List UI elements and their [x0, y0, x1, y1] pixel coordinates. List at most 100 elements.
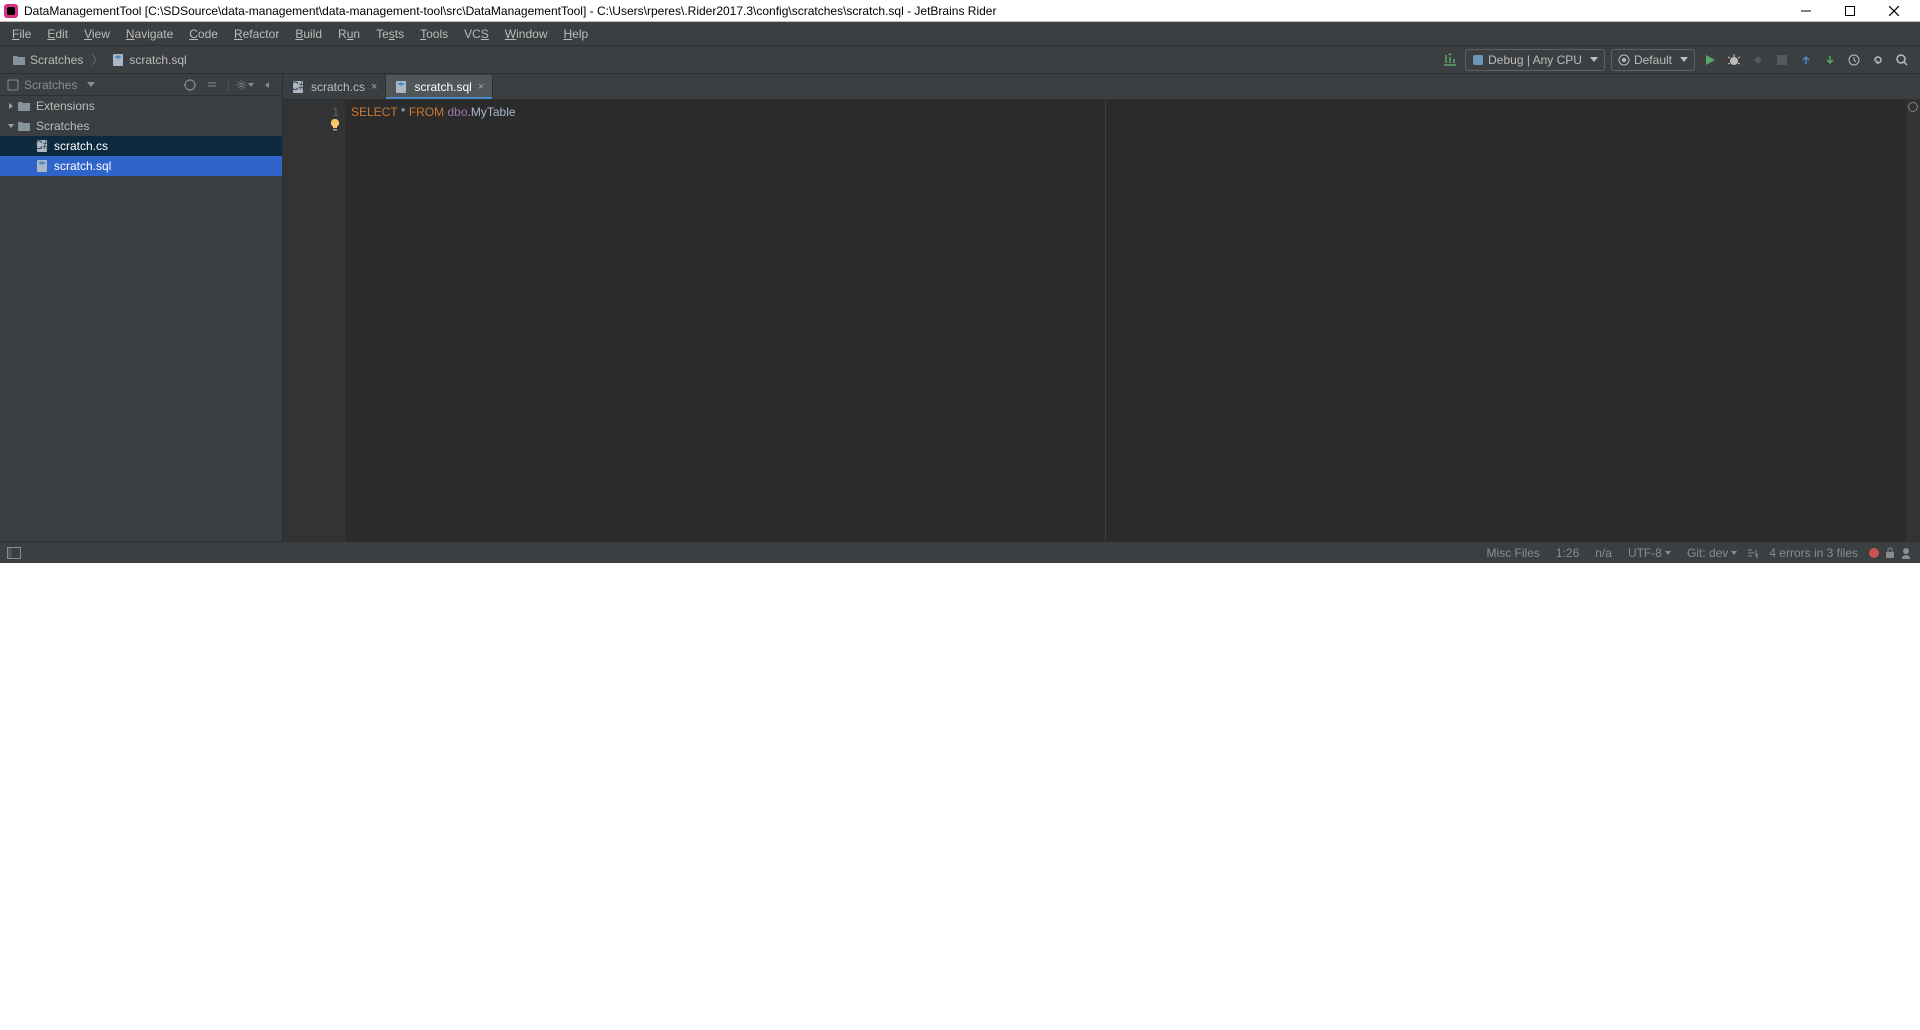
folder-icon [16, 100, 32, 112]
app-icon [4, 4, 18, 18]
configuration-selector[interactable]: Debug | Any CPU [1465, 49, 1605, 71]
sql-file-icon [111, 53, 125, 67]
statusbar: Misc Files 1:26 n/a UTF-8 Git: dev 4 err… [0, 541, 1920, 563]
menu-run[interactable]: Run [330, 24, 368, 44]
vcs-update-button[interactable] [1794, 48, 1818, 72]
build-button[interactable] [1438, 48, 1462, 72]
status-indent-icon[interactable] [1745, 545, 1761, 561]
error-stripe[interactable] [1906, 100, 1920, 541]
collapse-all-icon[interactable] [203, 76, 221, 94]
config-icon [1472, 54, 1484, 66]
menu-help[interactable]: Help [555, 24, 596, 44]
analysis-status-icon[interactable] [1908, 102, 1918, 112]
maximize-button[interactable] [1828, 1, 1872, 21]
csharp-file-icon: C# [34, 139, 50, 153]
sql-file-icon [394, 80, 408, 94]
tree-label: Extensions [36, 99, 95, 113]
breadcrumb-file[interactable]: scratch.sql [105, 51, 192, 69]
hide-panel-icon[interactable] [258, 76, 276, 94]
close-tab-icon[interactable]: × [478, 81, 484, 93]
chevron-right-icon: 〉 [89, 51, 105, 68]
right-margin-guide [1105, 100, 1106, 541]
menu-window[interactable]: Window [497, 24, 556, 44]
run-button[interactable] [1698, 48, 1722, 72]
menu-code[interactable]: Code [181, 24, 226, 44]
tab-label: scratch.sql [414, 80, 471, 94]
breadcrumb-scratches[interactable]: Scratches [6, 51, 89, 69]
menu-vcs[interactable]: VCS [456, 24, 497, 44]
minimize-button[interactable] [1784, 1, 1828, 21]
editor-body[interactable]: 1 SELECT * FROM dbo.MyTable [283, 100, 1920, 541]
target-icon [1618, 54, 1630, 66]
tree-file[interactable]: scratch.sql [0, 156, 282, 176]
chevron-down-icon [1590, 57, 1598, 62]
close-button[interactable] [1872, 1, 1916, 21]
project-panel: Scratches | Extensions Scratches C# scratch… [0, 74, 283, 541]
status-caret-position[interactable]: 1:26 [1548, 546, 1587, 560]
breadcrumb-label: Scratches [30, 53, 83, 67]
breadcrumb-label: scratch.sql [129, 53, 186, 67]
sql-file-icon [34, 159, 50, 173]
tree-label: scratch.cs [54, 139, 108, 153]
svg-text:C#: C# [35, 139, 49, 152]
tree-file[interactable]: C# scratch.cs [0, 136, 282, 156]
chevron-down-icon [1680, 57, 1688, 62]
project-panel-header[interactable]: Scratches | [0, 74, 282, 96]
vcs-commit-button[interactable] [1818, 48, 1842, 72]
code-editor[interactable]: SELECT * FROM dbo.MyTable [345, 100, 1906, 541]
tree-label: Scratches [36, 119, 89, 133]
menu-navigate[interactable]: Navigate [118, 24, 181, 44]
editor-tabs: C# scratch.cs × scratch.sql × [283, 74, 1920, 100]
project-tree[interactable]: Extensions Scratches C# scratch.cs scratch.s… [0, 96, 282, 541]
blank-area [0, 563, 1920, 1030]
menu-build[interactable]: Build [287, 24, 330, 44]
scratches-panel-icon [6, 78, 20, 92]
editor-tab[interactable]: scratch.sql × [386, 75, 493, 99]
debug-button[interactable] [1722, 48, 1746, 72]
status-error-icon[interactable] [1866, 545, 1882, 561]
code-line: SELECT * FROM dbo.MyTable [351, 104, 1906, 120]
menu-view[interactable]: View [76, 24, 118, 44]
menubar: File Edit View Navigate Code Refactor Bu… [0, 22, 1920, 46]
editor-gutter[interactable]: 1 [283, 100, 345, 541]
folder-icon [12, 54, 26, 66]
expand-arrow-down-icon[interactable] [6, 122, 16, 130]
menu-tools[interactable]: Tools [412, 24, 456, 44]
main-area: Scratches | Extensions Scratches C# scratch… [0, 74, 1920, 541]
folder-icon [16, 120, 32, 132]
attach-button[interactable] [1746, 48, 1770, 72]
intention-bulb-icon[interactable] [329, 118, 341, 132]
window-titlebar: DataManagementTool [C:\SDSource\data-man… [0, 0, 1920, 22]
vcs-history-button[interactable] [1842, 48, 1866, 72]
status-line-separator[interactable]: n/a [1587, 546, 1620, 560]
toolwindow-toggle-icon[interactable] [6, 545, 22, 561]
status-misc-files[interactable]: Misc Files [1479, 546, 1548, 560]
expand-arrow-right-icon[interactable] [6, 102, 16, 110]
settings-icon[interactable] [236, 76, 254, 94]
status-git-branch[interactable]: Git: dev [1679, 546, 1745, 560]
menu-tests[interactable]: Tests [368, 24, 412, 44]
close-tab-icon[interactable]: × [371, 81, 377, 93]
menu-refactor[interactable]: Refactor [226, 24, 287, 44]
locate-icon[interactable] [181, 76, 199, 94]
tree-folder[interactable]: Scratches [0, 116, 282, 136]
tree-folder[interactable]: Extensions [0, 96, 282, 116]
project-panel-title: Scratches [24, 78, 77, 92]
menu-file[interactable]: File [4, 24, 39, 44]
search-everywhere-button[interactable] [1890, 48, 1914, 72]
status-errors[interactable]: 4 errors in 3 files [1761, 546, 1866, 560]
stop-button[interactable] [1770, 48, 1794, 72]
editor-area: C# scratch.cs × scratch.sql × 1 SELECT * FRO… [283, 74, 1920, 541]
status-lock-icon[interactable] [1882, 545, 1898, 561]
target-label: Default [1634, 53, 1672, 67]
status-encoding[interactable]: UTF-8 [1620, 546, 1679, 560]
tab-label: scratch.cs [311, 80, 365, 94]
target-selector[interactable]: Default [1611, 49, 1695, 71]
menu-edit[interactable]: Edit [39, 24, 76, 44]
toolbar: Scratches 〉 scratch.sql Debug | Any CPU … [0, 46, 1920, 74]
status-hector-icon[interactable] [1898, 545, 1914, 561]
editor-tab[interactable]: C# scratch.cs × [283, 75, 386, 99]
tree-label: scratch.sql [54, 159, 111, 173]
vcs-revert-button[interactable] [1866, 48, 1890, 72]
svg-text:C#: C# [291, 80, 305, 93]
